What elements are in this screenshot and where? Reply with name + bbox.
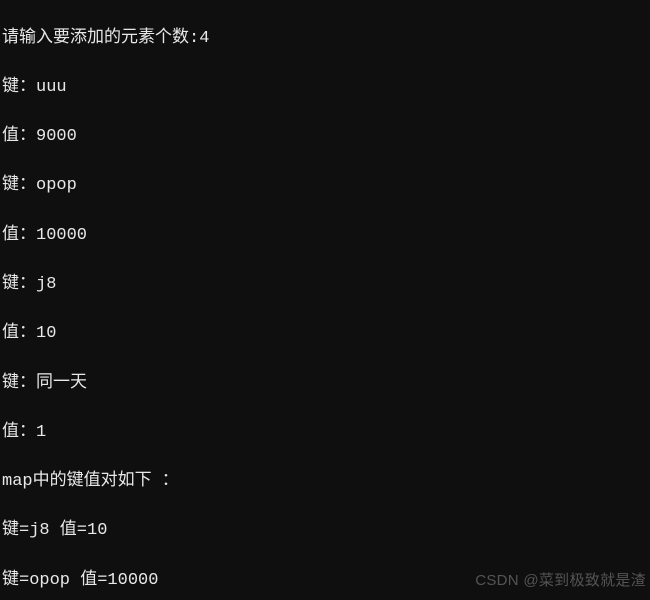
entry-key: 键：opop xyxy=(2,174,650,199)
map-line: 键=j8 值=10 xyxy=(2,519,650,544)
entry-val: 值：10 xyxy=(2,322,650,347)
prompt-count: 请输入要添加的元素个数:4 xyxy=(2,27,650,52)
entry-key: 键：同一天 xyxy=(2,372,650,397)
entry-val: 值：9000 xyxy=(2,125,650,150)
entry-key: 键：j8 xyxy=(2,273,650,298)
map-header: map中的键值对如下 ： xyxy=(2,470,650,495)
console-output: 请输入要添加的元素个数:4 键：uuu 值：9000 键：opop 值：1000… xyxy=(0,0,650,600)
watermark: CSDN @菜到极致就是渣 xyxy=(475,570,646,592)
entry-val: 值：10000 xyxy=(2,224,650,249)
entry-val: 值：1 xyxy=(2,421,650,446)
entry-key: 键：uuu xyxy=(2,76,650,101)
